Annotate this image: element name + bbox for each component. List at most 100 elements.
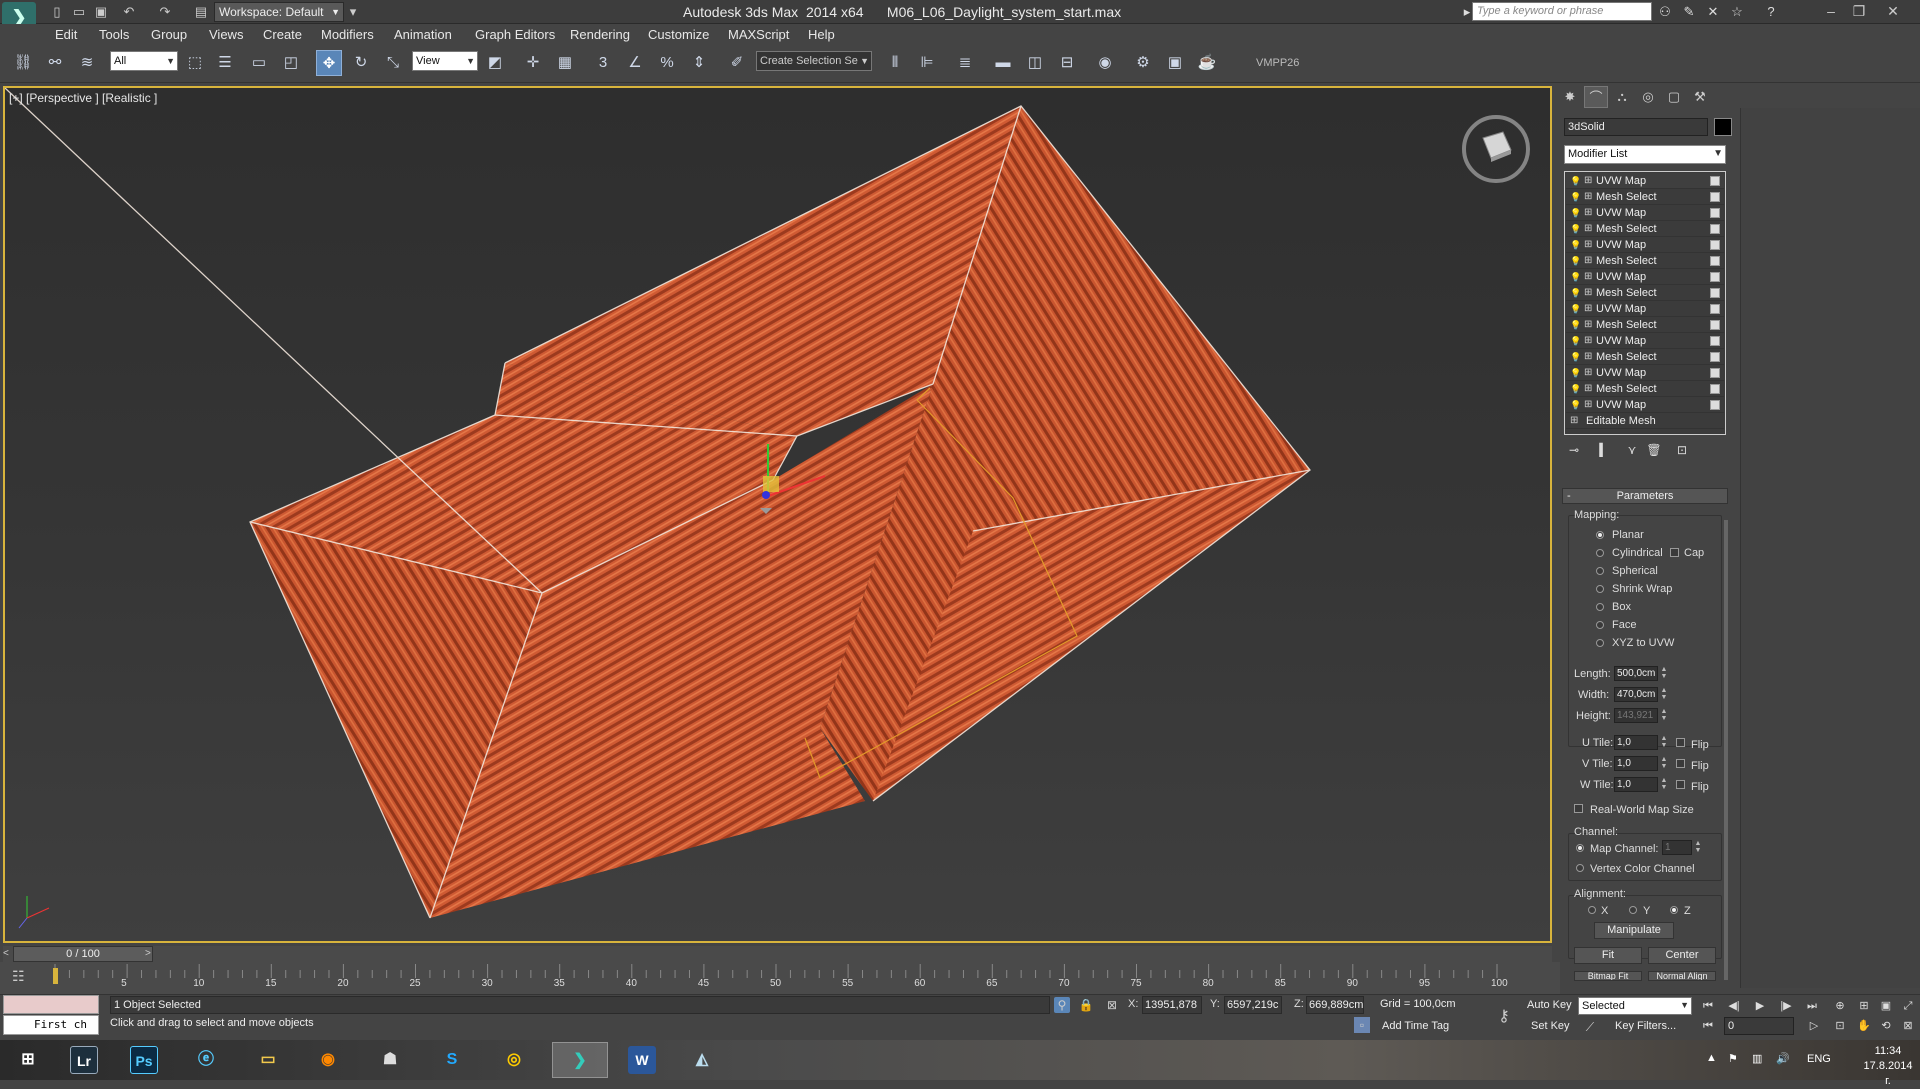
modify-tab-icon[interactable]: ⌒ <box>1584 86 1608 108</box>
render-setup-icon[interactable]: ⚙ <box>1130 50 1156 76</box>
mapping-radio-face[interactable] <box>1596 621 1604 629</box>
lightbulb-icon[interactable]: 💡 <box>1570 237 1581 253</box>
time-slider[interactable]: < 0 / 100 > <box>3 946 1552 962</box>
maximize-button[interactable]: ❐ <box>1846 0 1872 22</box>
stack-checkbox[interactable] <box>1710 272 1720 282</box>
zoom-all-icon[interactable]: ⊞ <box>1854 997 1874 1015</box>
lightbulb-icon[interactable]: 💡 <box>1570 301 1581 317</box>
expand-icon[interactable]: ⊞ <box>1584 205 1594 221</box>
object-name-field[interactable]: 3dSolid <box>1564 118 1708 136</box>
tray-flag-icon[interactable]: ⚑ <box>1728 1052 1738 1065</box>
bind-space-warp-icon[interactable]: ≋ <box>74 50 100 76</box>
y-coordinate-field[interactable]: 6597,219c <box>1224 996 1282 1014</box>
keyboard-shortcut-override-icon[interactable]: ▦ <box>552 50 578 76</box>
u-flip-checkbox[interactable] <box>1676 738 1685 747</box>
lightbulb-icon[interactable]: 💡 <box>1570 205 1581 221</box>
auto-key-button[interactable]: Auto Key <box>1527 999 1572 1011</box>
absolute-relative-toggle-icon[interactable]: ⊠ <box>1104 997 1120 1013</box>
tray-show-hidden-icon[interactable]: ▲ <box>1706 1052 1717 1064</box>
go-to-end-icon[interactable]: ⏭ <box>1802 997 1822 1015</box>
stack-item[interactable]: 💡 ⊞ Mesh Select <box>1566 285 1724 301</box>
rectangular-selection-icon[interactable]: ▭ <box>246 50 272 76</box>
pan-view-icon[interactable]: ✋ <box>1854 1017 1874 1035</box>
expand-icon[interactable]: ⊞ <box>1584 365 1594 381</box>
workspace-dropdown[interactable]: Workspace: Default ▼ <box>214 2 344 22</box>
menu-tools[interactable]: Tools <box>99 27 129 42</box>
expand-icon[interactable]: ⊞ <box>1584 237 1594 253</box>
tray-clock[interactable]: 11:34 17.8.2014 г. <box>1862 1044 1914 1089</box>
hierarchy-tab-icon[interactable]: ⛬ <box>1610 86 1634 108</box>
pin-stack-icon[interactable]: ⊸ <box>1564 441 1584 459</box>
maxscript-listener-output[interactable] <box>3 995 99 1014</box>
w-flip-checkbox[interactable] <box>1676 780 1685 789</box>
menu-edit[interactable]: Edit <box>55 27 77 42</box>
z-coordinate-field[interactable]: 669,889cm <box>1306 996 1364 1014</box>
tray-volume-icon[interactable]: 🔊 <box>1776 1052 1790 1065</box>
save-file-icon[interactable]: ▣ <box>92 3 110 21</box>
lightbulb-icon[interactable]: 💡 <box>1570 349 1581 365</box>
utilities-tab-icon[interactable]: ⚒ <box>1688 86 1712 108</box>
manipulate-button[interactable]: Manipulate <box>1594 922 1674 939</box>
firefox-icon[interactable]: ◉ <box>300 1042 356 1078</box>
stack-item[interactable]: 💡 ⊞ UVW Map <box>1566 397 1724 413</box>
percent-snap-icon[interactable]: % <box>654 50 680 76</box>
real-world-map-size-checkbox[interactable] <box>1574 804 1583 813</box>
minimize-button[interactable]: – <box>1818 0 1844 22</box>
mapping-radio-xyz-to-uvw[interactable] <box>1596 639 1604 647</box>
expand-icon[interactable]: ⊞ <box>1584 349 1594 365</box>
menu-graph-editors[interactable]: Graph Editors <box>475 27 555 42</box>
lightbulb-icon[interactable]: 💡 <box>1570 189 1581 205</box>
spinner-arrows-icon[interactable]: ▲ ▼ <box>1660 687 1668 702</box>
app-mask-icon[interactable]: ☗ <box>362 1042 418 1078</box>
wtile-spinner[interactable]: 1,0 <box>1614 777 1658 792</box>
lightbulb-icon[interactable]: 💡 <box>1570 365 1581 381</box>
project-folder-icon[interactable]: ▤ <box>192 3 210 21</box>
lightbulb-icon[interactable]: 💡 <box>1570 221 1581 237</box>
zoom-icon[interactable]: ⊕ <box>1830 997 1850 1015</box>
mapping-radio-planar[interactable] <box>1596 531 1604 539</box>
material-editor-icon[interactable]: ◉ <box>1092 50 1118 76</box>
parameters-rollout-header[interactable]: - Parameters <box>1562 488 1728 504</box>
set-keys-key-icon[interactable]: ⚷ <box>1492 1009 1516 1025</box>
curve-editor-icon[interactable]: ◫ <box>1022 50 1048 76</box>
rendered-frame-window-icon[interactable]: ▣ <box>1162 50 1188 76</box>
x-coordinate-field[interactable]: 13951,878 <box>1142 996 1202 1014</box>
map-channel-radio[interactable] <box>1576 844 1584 852</box>
expand-icon[interactable]: ⊞ <box>1584 253 1594 269</box>
add-time-tag-button[interactable]: Add Time Tag <box>1382 1020 1449 1032</box>
stack-item[interactable]: 💡 ⊞ UVW Map <box>1566 333 1724 349</box>
cap-checkbox[interactable] <box>1670 548 1679 557</box>
tray-network-icon[interactable]: ▥ <box>1752 1052 1762 1065</box>
stack-checkbox[interactable] <box>1710 320 1720 330</box>
stack-checkbox[interactable] <box>1710 288 1720 298</box>
stack-item[interactable]: 💡 ⊞ UVW Map <box>1566 205 1724 221</box>
lightbulb-icon[interactable]: 💡 <box>1570 317 1581 333</box>
spinner-arrows-icon[interactable]: ▲ ▼ <box>1660 666 1668 681</box>
stack-checkbox[interactable] <box>1710 352 1720 362</box>
expand-icon[interactable]: ⊞ <box>1584 397 1594 413</box>
stack-item[interactable]: 💡 ⊞ UVW Map <box>1566 301 1724 317</box>
center-button[interactable]: Center <box>1648 947 1716 964</box>
redo-icon[interactable]: ↷ <box>156 3 174 21</box>
lightbulb-icon[interactable]: 💡 <box>1570 333 1581 349</box>
link-icon[interactable]: ⛓ <box>10 50 36 76</box>
object-color-swatch[interactable] <box>1714 118 1732 136</box>
lightbulb-icon[interactable]: 💡 <box>1570 285 1581 301</box>
bitmap-fit-button[interactable]: Bitmap Fit <box>1574 971 1642 981</box>
track-bar[interactable]: ☷ 5 10 15 20 25 30 35 40 45 50 55 60 65 70 75 80 85 90 95 1… <box>0 962 1560 994</box>
viewport-label[interactable]: [+] [Perspective ] [Realistic ] <box>9 91 157 105</box>
photoshop-app[interactable]: Ps <box>116 1042 172 1078</box>
select-and-scale-icon[interactable]: ⤡ <box>380 50 406 76</box>
set-key-button[interactable]: Set Key <box>1531 1020 1570 1032</box>
key-mode-dropdown[interactable]: Selected ▼ <box>1578 997 1692 1015</box>
show-end-result-icon[interactable]: ▍ <box>1594 441 1614 459</box>
communication-center-icon[interactable]: ✕ <box>1704 3 1722 21</box>
spinner-arrows-icon[interactable]: ▲ ▼ <box>1660 735 1668 750</box>
key-filters-button[interactable]: Key Filters... <box>1615 1020 1676 1032</box>
app-window-icon[interactable]: ◭ <box>674 1042 730 1078</box>
edit-named-selection-icon[interactable]: ✐ <box>724 50 750 76</box>
roof-mesh[interactable] <box>5 88 1552 943</box>
expand-icon[interactable]: ⊞ <box>1584 173 1594 189</box>
select-and-move-icon[interactable]: ✥ <box>316 50 342 76</box>
vertex-color-channel-radio[interactable] <box>1576 864 1584 872</box>
